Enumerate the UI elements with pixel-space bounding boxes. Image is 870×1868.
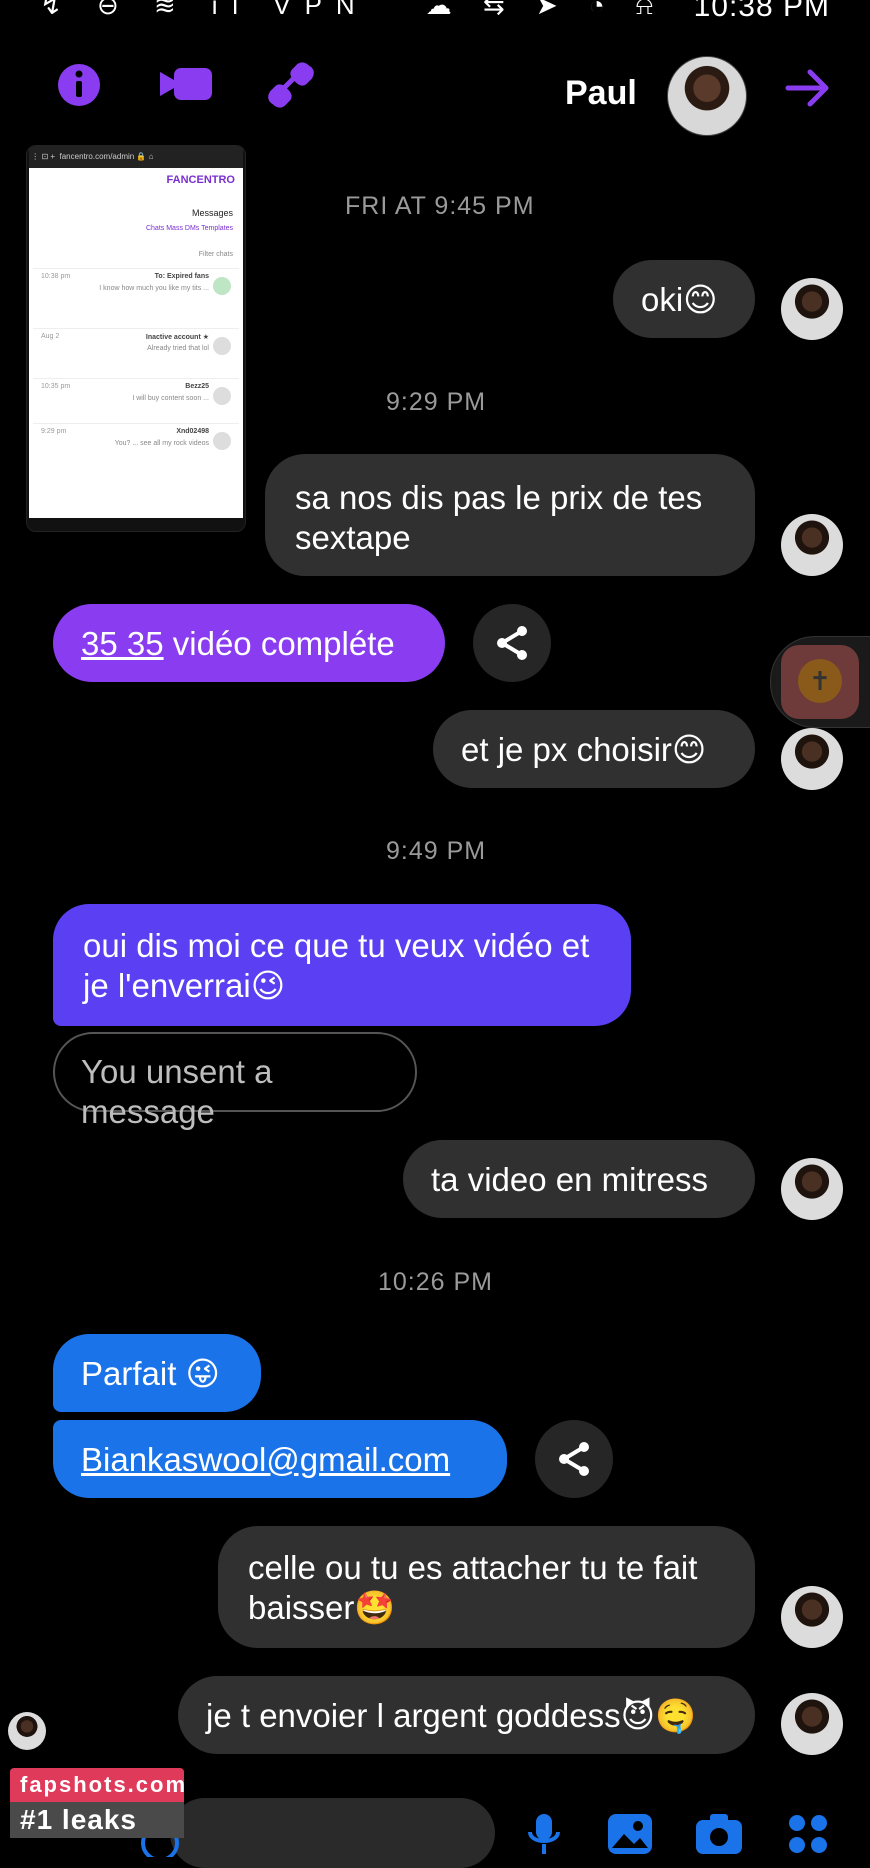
thumbnail-row: To: Expired fans I know how much you like… <box>33 268 239 309</box>
message-timestamp: 9:29 PM <box>386 388 487 416</box>
watermark-line1: fapshots.com <box>10 1768 185 1802</box>
thumbnail-row: Inactive account ★ Already tried that lol… <box>33 328 239 369</box>
arrow-icon[interactable] <box>784 68 832 108</box>
thumbnail-url: fancentro.com/admin <box>59 152 135 161</box>
phone-icon[interactable] <box>268 62 314 108</box>
sender-avatar[interactable] <box>781 1693 843 1755</box>
watermark: fapshots.com #1 leaks <box>10 1768 185 1838</box>
thumbnail-filter: Filter chats <box>198 251 233 258</box>
chat-header: Paul <box>0 40 870 150</box>
status-time: 10:38 PM <box>693 0 830 23</box>
sender-avatar[interactable] <box>781 514 843 576</box>
incoming-message[interactable]: celle ou tu es attacher tu te fait baiss… <box>218 1526 755 1648</box>
message-timestamp: 9:49 PM <box>386 837 487 865</box>
watermark-line2: #1 leaks <box>10 1802 184 1838</box>
contact-avatar[interactable] <box>667 56 747 136</box>
thumbnail-url-bar: ⋮ ⊡ + fancentro.com/admin 🔒 ⌂ <box>29 146 243 168</box>
incoming-message[interactable]: oki😊 <box>613 260 755 338</box>
image-gallery-icon[interactable] <box>606 1812 654 1856</box>
sender-avatar[interactable] <box>781 728 843 790</box>
system-status-icons: ↯ ⊖ ≋ ıl VPN <box>40 0 369 20</box>
incoming-message[interactable]: je t envoier l argent goddess😈🤤 <box>178 1676 755 1754</box>
message-timestamp: FRI AT 9:45 PM <box>345 192 535 220</box>
camera-icon[interactable] <box>694 1812 744 1856</box>
thumbnail-tabs: Chats Mass DMs Templates <box>145 225 233 232</box>
outgoing-message[interactable]: Biankaswool@gmail.com <box>53 1420 507 1498</box>
unsent-message-notice: You unsent a message <box>53 1032 417 1130</box>
more-apps-icon[interactable] <box>786 1812 830 1856</box>
share-button[interactable] <box>473 604 551 682</box>
thumbnail-row: Xnd02498 You? ... see all my rock videos 9… <box>33 423 239 464</box>
share-icon <box>497 626 527 660</box>
thumbnail-title: Messages <box>191 208 233 218</box>
sender-avatar[interactable] <box>781 1586 843 1648</box>
outgoing-message[interactable]: 35 35 vidéo compléte <box>53 604 445 682</box>
contact-name[interactable]: Paul <box>565 74 637 113</box>
incoming-message[interactable]: ta video en mitress <box>403 1140 755 1218</box>
microphone-icon[interactable] <box>524 1812 564 1856</box>
info-icon[interactable] <box>56 62 102 108</box>
notification-icons: ☁ ⇆ ➤ ◔ ⍾ <box>425 0 665 20</box>
accessibility-button[interactable]: ✝ <box>770 636 870 728</box>
incoming-message[interactable]: sa nos dis pas le prix de tes sextape <box>265 454 755 576</box>
email-link[interactable]: Biankaswool@gmail.com <box>81 1441 450 1478</box>
incoming-message[interactable]: et je px choisir😊 <box>433 710 755 788</box>
screenshot-content: ⋮ ⊡ + fancentro.com/admin 🔒 ⌂ FANCENTRO … <box>29 146 243 518</box>
seen-avatar <box>8 1712 46 1750</box>
price-link[interactable]: 35 35 <box>81 625 164 662</box>
shared-screenshot-thumbnail[interactable]: ⋮ ⊡ + fancentro.com/admin 🔒 ⌂ FANCENTRO … <box>26 145 246 532</box>
share-icon <box>559 1442 589 1476</box>
thumbnail-brand: FANCENTRO <box>166 174 235 186</box>
outgoing-message[interactable]: Parfait 😜 <box>53 1334 261 1412</box>
video-camera-icon[interactable] <box>158 64 214 104</box>
sender-avatar[interactable] <box>781 278 843 340</box>
sender-avatar[interactable] <box>781 1158 843 1220</box>
thumbnail-row: Bezz25 I will buy content soon ... 10:35 p… <box>33 378 239 419</box>
outgoing-message[interactable]: oui dis moi ce que tu veux vidéo et je l… <box>53 904 631 1026</box>
accessibility-icon: ✝ <box>798 659 842 703</box>
status-bar: ↯ ⊖ ≋ ıl VPN ☁ ⇆ ➤ ◔ ⍾ 10:38 PM <box>0 0 870 24</box>
share-button[interactable] <box>535 1420 613 1498</box>
message-timestamp: 10:26 PM <box>378 1268 494 1296</box>
message-input[interactable] <box>170 1798 495 1868</box>
